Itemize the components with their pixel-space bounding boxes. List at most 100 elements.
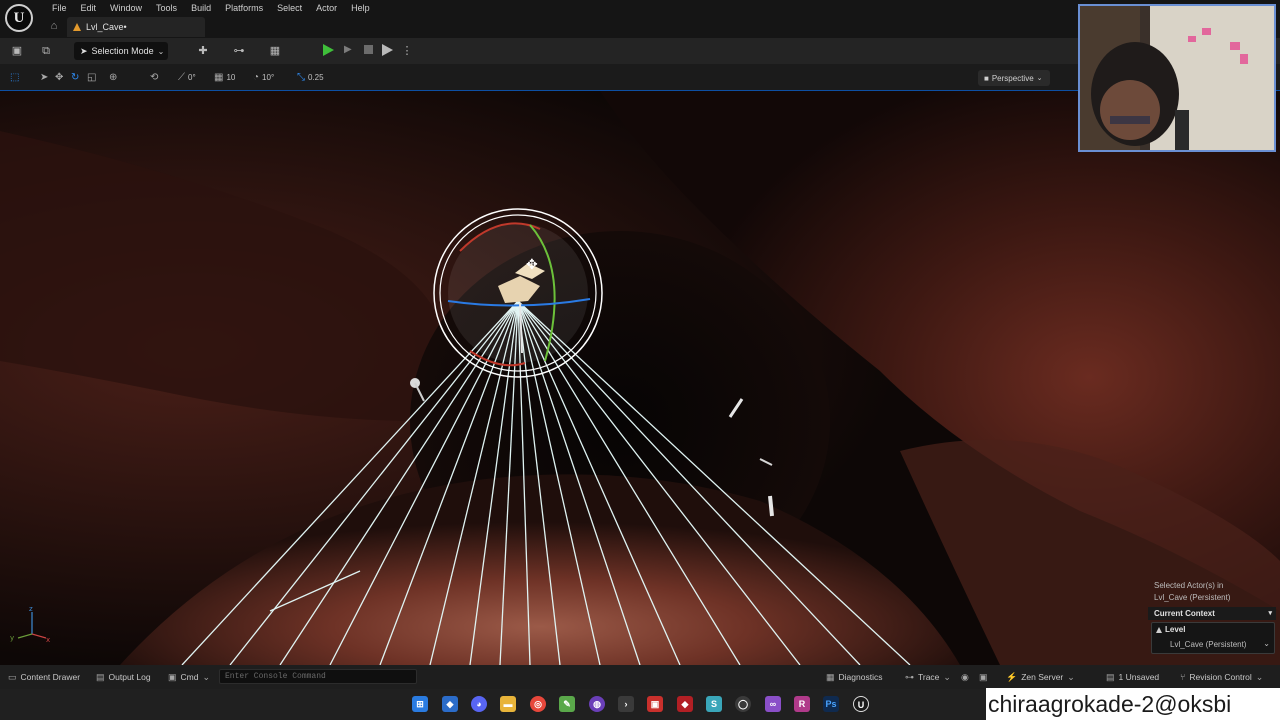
scale-snap-value: 0.25: [308, 73, 324, 82]
surface-snap-icon[interactable]: ⟲: [150, 72, 158, 84]
menu-item-platforms[interactable]: Platforms: [218, 2, 270, 14]
app3-icon[interactable]: ◆: [677, 696, 693, 712]
unreal-logo-icon[interactable]: U: [5, 4, 33, 32]
actor-icon[interactable]: [768, 495, 774, 517]
perspective-label: Perspective: [991, 73, 1034, 83]
chrome-icon[interactable]: ◎: [530, 696, 546, 712]
world-local-icon[interactable]: ⊕: [109, 72, 117, 84]
blueprint-icon[interactable]: ⊶: [232, 44, 246, 58]
screenshot-button[interactable]: ▣: [979, 672, 988, 683]
output-log-button[interactable]: ▤ Output Log: [96, 672, 151, 683]
cursor-icon: ➤: [80, 45, 88, 56]
zen-server-label: Zen Server: [1021, 672, 1064, 682]
menu-item-window[interactable]: Window: [103, 2, 149, 14]
rotate-icon[interactable]: ↻: [71, 72, 79, 84]
step-button[interactable]: ▶: [344, 45, 354, 55]
menu-item-build[interactable]: Build: [184, 2, 218, 14]
chevron-down-icon: ⌄: [202, 672, 211, 682]
current-context-label: Current Context: [1154, 609, 1215, 618]
app4-icon[interactable]: S: [706, 696, 722, 712]
console-command-input[interactable]: Enter Console Command: [219, 669, 417, 684]
perspective-button[interactable]: ■ Perspective ⌄: [978, 70, 1050, 86]
record-button[interactable]: ◉: [961, 672, 969, 683]
unsaved-button[interactable]: ▤ 1 Unsaved: [1106, 672, 1159, 683]
tab-level-label: Lvl_Cave•: [86, 22, 127, 32]
camera-icon: ■: [984, 73, 989, 83]
select-arrow-icon[interactable]: ➤: [40, 72, 48, 84]
content-drawer-icon: ▭: [8, 672, 17, 682]
svg-text:y: y: [10, 634, 14, 642]
chevron-down-icon: ⌄: [1255, 672, 1264, 682]
notepad-icon[interactable]: ✎: [559, 696, 575, 712]
selection-mode-button[interactable]: ➤ Selection Mode ⌄: [74, 42, 168, 60]
cinematics-icon[interactable]: ▦: [268, 44, 282, 58]
translate-icon[interactable]: ✥: [55, 72, 63, 84]
rotation-snap-toggle[interactable]: ⟋ 0°: [178, 72, 196, 84]
output-log-icon: ▤: [96, 672, 105, 682]
play-button[interactable]: [323, 44, 334, 56]
scale-snap-toggle[interactable]: ⤡ 0.25: [297, 72, 324, 84]
zen-server-icon: ⚡: [1006, 672, 1018, 682]
windows-start-icon[interactable]: ⊞: [412, 696, 428, 712]
cmd-label: Cmd: [180, 672, 199, 682]
app-icon[interactable]: ◆: [442, 696, 458, 712]
more-options-icon[interactable]: ⋮: [400, 44, 414, 58]
stop-button[interactable]: [364, 45, 373, 54]
svg-text:x: x: [46, 636, 50, 644]
github-icon[interactable]: ◍: [589, 696, 605, 712]
menu-item-tools[interactable]: Tools: [149, 2, 184, 14]
tab-level[interactable]: Lvl_Cave•: [67, 17, 205, 37]
camera-icon: ▣: [979, 672, 988, 682]
file-explorer-icon[interactable]: ▬: [500, 696, 516, 712]
zen-server-button[interactable]: ⚡ Zen Server ⌄: [1006, 672, 1075, 683]
app2-icon[interactable]: ▣: [647, 696, 663, 712]
unreal-icon[interactable]: U: [853, 696, 869, 712]
level-selector[interactable]: Level Lvl_Cave (Persistent) ⌄: [1151, 622, 1275, 654]
selected-actors-label: Selected Actor(s) in: [1154, 581, 1224, 590]
menu-item-actor[interactable]: Actor: [309, 2, 344, 14]
unsaved-label: 1 Unsaved: [1118, 672, 1160, 682]
app5-icon[interactable]: ◯: [735, 696, 751, 712]
chevron-down-icon: ⌄: [1067, 672, 1075, 682]
level-label: Level: [1165, 625, 1186, 634]
rider-icon[interactable]: R: [794, 696, 810, 712]
level-icon: [1156, 626, 1162, 633]
cmd-button[interactable]: ▣ Cmd ⌄: [168, 672, 210, 683]
menu-item-select[interactable]: Select: [270, 2, 309, 14]
unsaved-icon: ▤: [1106, 672, 1115, 682]
level-value: Lvl_Cave (Persistent): [1170, 640, 1247, 649]
add-actor-icon[interactable]: ✚: [196, 44, 210, 58]
launch-button[interactable]: [382, 44, 393, 56]
chevron-down-icon: ⌄: [1036, 75, 1043, 82]
menu-item-help[interactable]: Help: [344, 2, 377, 14]
scale-icon[interactable]: ◱: [87, 72, 96, 84]
diagnostics-button[interactable]: ▦ Diagnostics: [826, 672, 882, 683]
record-icon: ◉: [961, 672, 969, 682]
payment-id-watermark: chiraagrokade-2@oksbi: [986, 688, 1280, 720]
home-icon[interactable]: ⌂: [48, 20, 60, 32]
trace-button[interactable]: ⊶ Trace ⌄: [905, 672, 951, 683]
level-viewport[interactable]: ✥: [0, 91, 1280, 665]
angle-snap-value: 10°: [262, 73, 275, 82]
angle-snap-toggle[interactable]: ◔ 10°: [253, 72, 274, 84]
browse-icon[interactable]: ⧉: [39, 44, 53, 58]
diagnostics-icon: ▦: [826, 672, 835, 682]
photoshop-icon[interactable]: Ps: [823, 696, 839, 712]
scale-snap-icon: ⤡: [297, 72, 305, 83]
revision-control-button[interactable]: ⑂ Revision Control ⌄: [1180, 672, 1263, 683]
webcam-feed: [1080, 6, 1274, 150]
save-icon[interactable]: ▣: [10, 44, 24, 58]
discord-icon[interactable]: ◕: [471, 696, 487, 712]
unreal-editor-window: File Edit Window Tools Build Platforms Select A…: [0, 0, 1280, 720]
current-context-header[interactable]: Current Context ▾: [1148, 607, 1276, 620]
selected-actors-level: Lvl_Cave (Persistent): [1154, 593, 1231, 602]
webcam-overlay: [1078, 4, 1276, 152]
menu-item-edit[interactable]: Edit: [74, 2, 104, 14]
grid-snap-toggle[interactable]: ▦ 10: [214, 72, 235, 84]
menu-item-file[interactable]: File: [45, 2, 74, 14]
terminal-icon[interactable]: ›: [618, 696, 634, 712]
revision-control-icon: ⑂: [1180, 672, 1186, 682]
visual-studio-icon[interactable]: ∞: [765, 696, 781, 712]
content-drawer-button[interactable]: ▭ Content Drawer: [8, 672, 80, 683]
transform-tool-menu[interactable]: ⬚: [10, 72, 19, 84]
